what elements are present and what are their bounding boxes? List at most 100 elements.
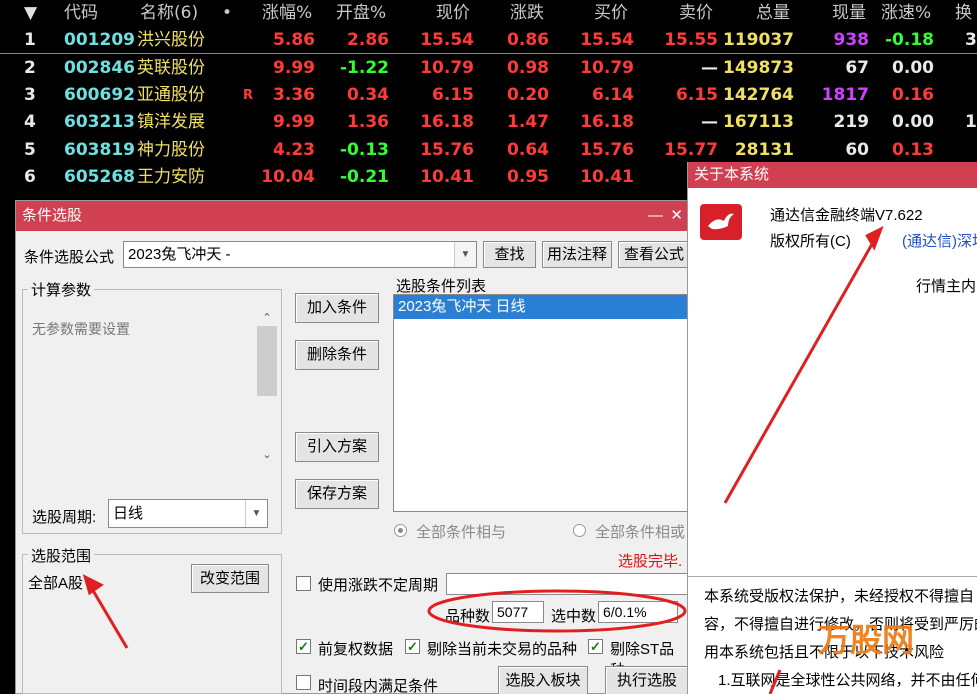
row-name: 神力股份 xyxy=(137,140,205,160)
period-select-value: 日线 xyxy=(113,505,144,522)
row-bid: 15.54 xyxy=(580,30,634,50)
row-ask: — xyxy=(701,58,718,78)
condition-list-item[interactable]: 2023兔飞冲天 日线 xyxy=(394,295,688,319)
row-index: 4 xyxy=(24,112,36,132)
chevron-down-icon[interactable]: ▼ xyxy=(245,500,267,527)
radio-all-and[interactable] xyxy=(394,524,407,537)
header-speed[interactable]: 涨速% xyxy=(881,0,931,26)
period-label: 选股周期: xyxy=(32,509,97,526)
selected-label: 选中数 xyxy=(551,608,597,625)
execute-screen-button[interactable]: 执行选股 xyxy=(605,666,689,694)
close-icon[interactable]: ✕ xyxy=(670,201,683,231)
row-speed: 0.00 xyxy=(892,58,934,78)
header-volume[interactable]: 总量 xyxy=(756,0,790,26)
row-change: 0.95 xyxy=(507,167,549,187)
row-code: 001209 xyxy=(64,30,135,50)
forward-adjust-checkbox[interactable]: ✓ xyxy=(296,639,311,654)
sort-triangle-icon[interactable]: ▼ xyxy=(24,0,37,26)
row-name: 亚通股份 xyxy=(137,85,205,105)
row-index: 3 xyxy=(24,85,36,105)
formula-select-value: 2023兔飞冲天 - xyxy=(128,246,231,263)
scroll-up-icon[interactable]: ⌃ xyxy=(256,311,278,324)
row-ask: 15.55 xyxy=(664,30,718,50)
row-index: 1 xyxy=(24,30,36,50)
delete-condition-button[interactable]: 删除条件 xyxy=(295,340,379,370)
notice-line-4: 1.互联网是全球性公共网络，并不由任何 xyxy=(718,672,977,689)
uncertain-period-input[interactable] xyxy=(446,573,691,595)
header-code[interactable]: 代码 xyxy=(64,0,98,26)
row-open-pct: 2.86 xyxy=(347,30,389,50)
row-price: 15.54 xyxy=(420,30,474,50)
row-change: 1.47 xyxy=(507,112,549,132)
table-row[interactable]: 2 002846 英联股份 9.99 -1.22 10.79 0.98 10.79 —14987… xyxy=(0,55,977,82)
row-bid: 16.18 xyxy=(580,112,634,132)
table-row[interactable]: 3 600692 亚通股份 R 3.36 0.34 6.15 0.20 6.14 6.15 1427… xyxy=(0,82,977,109)
header-last-volume[interactable]: 现量 xyxy=(832,0,866,26)
radio-all-and-label: 全部条件相与 xyxy=(416,524,507,541)
import-plan-button[interactable]: 引入方案 xyxy=(295,432,379,462)
license-notice-box: 本系统受版权法保护，未经授权不得擅自 容，不得擅自进行修改，否则将受到严厉的 用… xyxy=(688,576,977,694)
row-code: 600692 xyxy=(64,85,135,105)
add-to-block-button[interactable]: 选股入板块 xyxy=(498,666,588,694)
period-select[interactable]: 日线 ▼ xyxy=(108,499,268,528)
app-logo-glyph xyxy=(708,213,734,230)
exclude-st-checkbox[interactable]: ✓ xyxy=(588,639,603,654)
row-index: 5 xyxy=(24,140,36,160)
radio-all-or[interactable] xyxy=(573,524,586,537)
row-change-pct: 9.99 xyxy=(273,112,315,132)
watermark-text: 万股网 xyxy=(818,621,915,659)
save-plan-button[interactable]: 保存方案 xyxy=(295,479,379,509)
row-name: 英联股份 xyxy=(137,58,205,78)
row-change-pct: 9.99 xyxy=(273,58,315,78)
row-volume: 149873 xyxy=(723,58,794,78)
selected-field: 6/0.1% xyxy=(598,601,678,623)
row-name: 王力安防 xyxy=(137,167,205,187)
header-change[interactable]: 涨跌 xyxy=(510,0,544,26)
row-last-volume: 938 xyxy=(833,30,870,50)
dialog-title-bar[interactable]: 条件选股 — ✕ xyxy=(16,201,689,231)
dialog-title: 条件选股 xyxy=(22,207,83,224)
view-formula-button[interactable]: 查看公式 xyxy=(618,241,690,268)
params-scrollbar[interactable]: ⌃ ⌄ xyxy=(256,311,278,461)
table-row[interactable]: 5 603819 神力股份 4.23 -0.13 15.76 0.64 15.76 15.77 2… xyxy=(0,137,977,164)
find-button[interactable]: 查找 xyxy=(483,241,536,268)
scroll-thumb[interactable] xyxy=(257,326,277,396)
table-row[interactable]: 1 001209 洪兴股份 5.86 2.86 15.54 0.86 15.54 15.55 11… xyxy=(0,27,977,54)
exclude-untraded-checkbox[interactable]: ✓ xyxy=(405,639,420,654)
add-condition-button[interactable]: 加入条件 xyxy=(295,293,379,323)
exclude-untraded-label: 剔除当前未交易的品种 xyxy=(427,641,578,658)
change-range-button[interactable]: 改变范围 xyxy=(191,564,269,593)
row-turnover: 3 xyxy=(965,30,977,50)
condition-list[interactable]: 2023兔飞冲天 日线 xyxy=(393,294,689,512)
chevron-down-icon[interactable]: ▼ xyxy=(454,242,476,267)
header-change-pct[interactable]: 涨幅% xyxy=(262,0,312,26)
row-ask: 15.77 xyxy=(664,140,718,160)
header-name[interactable]: 名称(6) xyxy=(140,0,198,26)
header-price[interactable]: 现价 xyxy=(436,0,470,26)
header-bid[interactable]: 买价 xyxy=(594,0,628,26)
range-value: 全部A股 xyxy=(28,575,84,592)
usage-notes-button[interactable]: 用法注释 xyxy=(542,241,612,268)
row-bid: 10.41 xyxy=(580,167,634,187)
row-change: 0.86 xyxy=(507,30,549,50)
row-last-volume: 60 xyxy=(845,140,869,160)
uncertain-period-checkbox[interactable] xyxy=(296,576,311,591)
row-last-volume: 67 xyxy=(845,58,869,78)
table-row[interactable]: 4 603213 镇洋发展 9.99 1.36 16.18 1.47 16.18 —167113… xyxy=(0,109,977,136)
row-change-pct: 5.86 xyxy=(273,30,315,50)
formula-select[interactable]: 2023兔飞冲天 - ▼ xyxy=(123,241,477,268)
row-change: 0.64 xyxy=(507,140,549,160)
about-title-bar[interactable]: 关于本系统 xyxy=(688,162,977,188)
row-bid: 6.14 xyxy=(592,85,634,105)
header-ask[interactable]: 卖价 xyxy=(679,0,713,26)
minimize-icon[interactable]: — xyxy=(648,201,663,231)
time-window-checkbox[interactable] xyxy=(296,675,311,690)
company-link[interactable]: (通达信)深圳 xyxy=(902,230,977,251)
uncertain-period-label: 使用涨跌不定周期 xyxy=(318,577,439,594)
row-price: 10.41 xyxy=(420,167,474,187)
row-change-pct: 4.23 xyxy=(273,140,315,160)
row-code: 603819 xyxy=(64,140,135,160)
header-open-pct[interactable]: 开盘% xyxy=(336,0,386,26)
scroll-down-icon[interactable]: ⌄ xyxy=(256,448,278,461)
header-turnover[interactable]: 换 xyxy=(955,0,972,26)
